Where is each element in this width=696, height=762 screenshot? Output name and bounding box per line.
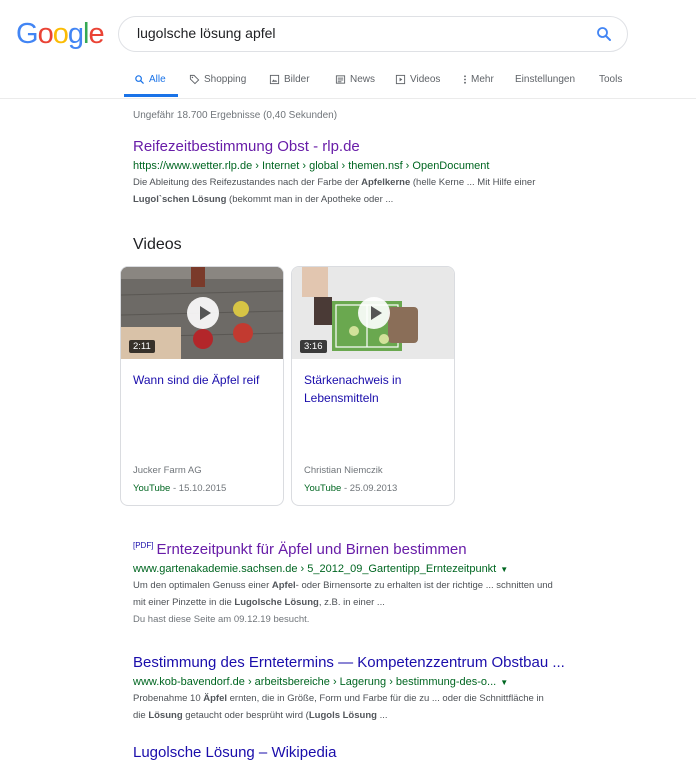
result-title-text: Erntezeitpunkt für Äpfel und Birnen best… [156,541,467,558]
video-thumbnail[interactable]: 2:11 [121,267,283,359]
video-duration: 2:11 [129,340,155,353]
logo-letter: o [37,18,54,50]
result-title-link[interactable]: Bestimmung des Erntetermins — Kompetenzz… [133,654,603,672]
result-title-link[interactable]: Reifezeitbestimmung Obst - rlp.de [133,138,603,156]
google-logo[interactable]: Google [16,18,105,51]
search-result: Reifezeitbestimmung Obst - rlp.de https:… [133,138,603,208]
snippet-text: ... [376,710,388,721]
search-icon [135,75,144,84]
video-title[interactable]: Wann sind die Äpfel reif [133,371,273,389]
snippet-text: Probenahme 10 [133,693,204,704]
tab-label: Einstellungen [515,74,576,85]
more-vert-icon [464,75,466,84]
video-thumbnail[interactable]: 3:16 [292,267,454,359]
video-duration: 3:16 [300,340,327,353]
search-result: Lugolsche Lösung – Wikipedia [133,744,603,762]
search-icon[interactable] [595,25,613,43]
snippet-text: getaucht oder besprüht wird ( [182,710,309,721]
tab-label: News [350,74,376,85]
search-result: Bestimmung des Erntetermins — Kompetenzz… [133,654,603,724]
result-url-text: www.gartenakademie.sachsen.de › 5_2012_0… [133,563,497,575]
result-stats: Ungefähr 18.700 Ergebnisse (0,40 Sekunde… [133,110,338,121]
result-url[interactable]: www.gartenakademie.sachsen.de › 5_2012_0… [133,563,633,575]
news-icon [335,75,346,84]
snippet-highlight: Lösung [148,710,183,721]
search-tabs: Alle Shopping Bilder News Videos Mehr Ei… [0,62,696,99]
logo-letter: G [16,18,39,50]
snippet-highlight: Apfel [271,580,296,591]
video-platform: YouTube [304,483,342,494]
search-box[interactable] [118,16,628,52]
video-card[interactable]: 2:11 Wann sind die Äpfel reif Jucker Far… [120,266,284,506]
result-snippet: Die Ableitung des Reifezustandes nach de… [133,174,603,208]
play-icon[interactable] [358,297,390,329]
result-url[interactable]: www.kob-bavendorf.de › arbeitsbereiche ›… [133,676,603,688]
tab-mehr[interactable]: Mehr [463,74,494,85]
play-icon [395,74,406,85]
tab-news[interactable]: News [335,74,375,85]
search-result: [PDF] Erntezeitpunkt für Äpfel und Birnen… [133,537,633,628]
snippet-text: - oder Birnensorte zu erhalten ist der r… [295,580,553,591]
tab-shopping[interactable]: Shopping [189,74,246,85]
result-title-link[interactable]: [PDF] Erntezeitpunkt für Äpfel und Birnen… [133,537,633,559]
tab-einstellungen[interactable]: Einstellungen [515,74,575,85]
videos-heading: Videos [133,236,182,253]
search-input[interactable] [137,25,577,41]
result-snippet: Um den optimalen Genuss einer Apfel- ode… [133,577,633,611]
tab-tools[interactable]: Tools [599,74,622,85]
tag-icon [189,74,200,85]
video-source: Christian Niemczik [304,465,383,476]
logo-letter: o [52,18,69,50]
video-date: - 15.10.2015 [170,483,227,494]
snippet-text: Die Ableitung des Reifezustandes nach de… [133,177,362,188]
snippet-text: , z.B. in einer ... [318,597,385,608]
tab-label: Videos [410,74,441,85]
result-snippet: Probenahme 10 Äpfel ernten, die in Größe… [133,690,603,724]
tab-videos[interactable]: Videos [395,74,440,85]
logo-letter: e [88,18,104,50]
snippet-highlight: Lugols Lösung [308,710,377,721]
pdf-badge: [PDF] [133,541,154,550]
snippet-text: mit einer Pinzette in die [133,597,235,608]
snippet-highlight: Apfelkerne [361,177,411,188]
video-meta: YouTube - 15.10.2015 [133,483,226,494]
result-url-text: www.kob-bavendorf.de › arbeitsbereiche ›… [133,676,497,688]
snippet-highlight: Lugol`schen Lösung [133,194,227,205]
snippet-highlight: Äpfel [203,693,227,704]
snippet-text: die [133,710,149,721]
snippet-text: (bekommt man in der Apotheke oder ... [226,194,394,205]
active-tab-indicator [124,94,178,97]
tab-label: Bilder [284,74,310,85]
video-meta: YouTube - 25.09.2013 [304,483,397,494]
snippet-highlight: Lugolsche Lösung [234,597,319,608]
tab-label: Tools [599,74,623,85]
logo-letter: g [67,18,84,50]
result-title-link[interactable]: Lugolsche Lösung – Wikipedia [133,744,603,762]
tab-label: Shopping [204,74,247,85]
tab-bilder[interactable]: Bilder [269,74,310,85]
video-date: - 25.09.2013 [341,483,398,494]
snippet-text: (helle Kerne ... Mit Hilfe einer [410,177,536,188]
snippet-text: ernten, die in Größe, Form und Farbe für… [227,693,544,704]
tab-label: Mehr [471,74,494,85]
tab-label: Alle [149,74,166,85]
tab-alle[interactable]: Alle [134,74,166,85]
snippet-text: Um den optimalen Genuss einer [133,580,272,591]
result-url[interactable]: https://www.wetter.rlp.de › Internet › g… [133,160,603,172]
video-platform: YouTube [133,483,171,494]
visited-note: Du hast diese Seite am 09.12.19 besucht. [133,614,310,625]
play-icon[interactable] [187,297,219,329]
video-title[interactable]: Stärkenachweis in Lebensmitteln [304,371,444,407]
caret-down-icon[interactable]: ▼ [500,678,508,687]
image-icon [269,74,280,85]
video-card[interactable]: 3:16 Stärkenachweis in Lebensmitteln Chr… [291,266,455,506]
video-source: Jucker Farm AG [133,465,202,476]
caret-down-icon[interactable]: ▼ [500,565,508,574]
